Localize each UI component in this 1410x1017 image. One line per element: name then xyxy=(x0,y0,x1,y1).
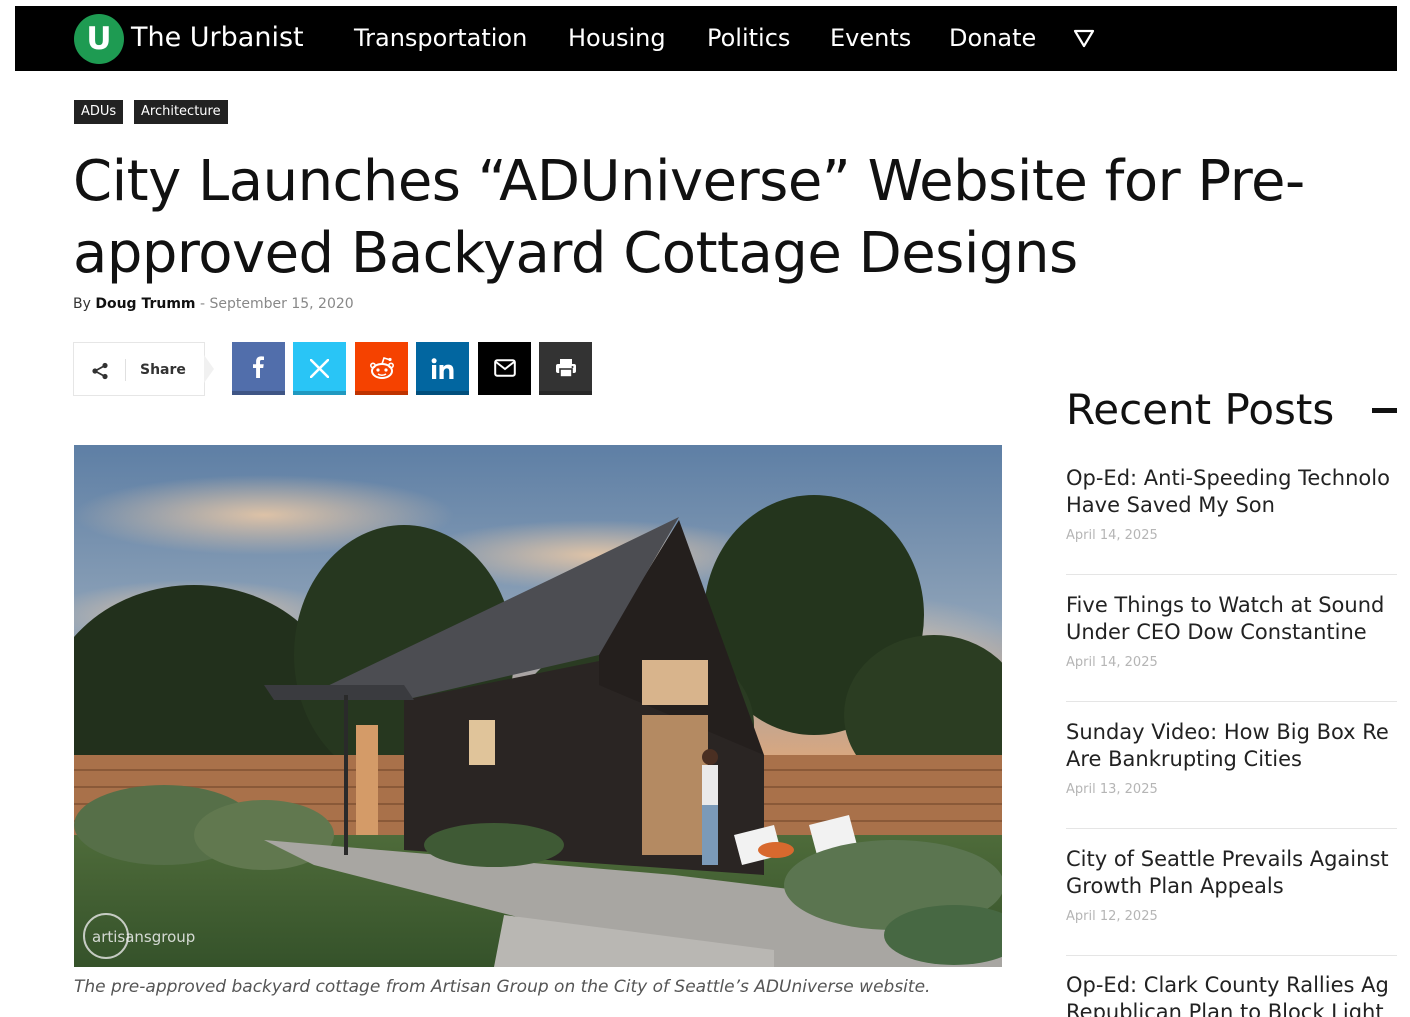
article-byline: By Doug Trumm - September 15, 2020 xyxy=(73,294,354,314)
byline-prefix: By xyxy=(73,296,91,312)
recent-post-title-line[interactable]: Sunday Video: How Big Box Re xyxy=(1066,719,1397,746)
button-shade xyxy=(539,391,592,395)
recent-posts-dash xyxy=(1372,408,1397,413)
share-print-button[interactable] xyxy=(539,342,592,395)
share-reddit-button[interactable] xyxy=(355,342,408,395)
recent-posts-list: Op-Ed: Anti-Speeding Technolo Have Saved… xyxy=(1066,450,1397,1017)
share-arrow xyxy=(204,355,214,383)
recent-post-date: April 14, 2025 xyxy=(1066,655,1158,670)
tag-architecture[interactable]: Architecture xyxy=(134,100,228,124)
nav-item-transportation[interactable]: Transportation xyxy=(354,23,527,53)
share-divider xyxy=(125,359,126,381)
top-nav-bar: U The Urbanist Transportation Housing Po… xyxy=(15,6,1397,71)
image-caption: The pre-approved backyard cottage from A… xyxy=(74,977,931,997)
share-x-button[interactable] xyxy=(293,342,346,395)
recent-post-title-line[interactable]: Under CEO Dow Constantine xyxy=(1066,619,1397,646)
post-divider xyxy=(1066,701,1397,702)
share-facebook-button[interactable] xyxy=(232,342,285,395)
post-divider xyxy=(1066,828,1397,829)
facebook-icon xyxy=(253,356,264,378)
nav-more-dropdown[interactable] xyxy=(1073,23,1095,51)
recent-post-item[interactable]: City of Seattle Prevails Against Growth … xyxy=(1066,846,1397,926)
recent-post-title-line[interactable]: Op-Ed: Clark County Rallies Ag xyxy=(1066,972,1397,999)
post-divider xyxy=(1066,574,1397,575)
recent-post-date: April 14, 2025 xyxy=(1066,528,1158,543)
recent-post-item[interactable]: Sunday Video: How Big Box Re Are Bankrup… xyxy=(1066,719,1397,799)
image-watermark: artisansgroup xyxy=(92,928,195,946)
button-shade xyxy=(355,391,408,395)
share-toggle[interactable]: Share xyxy=(73,342,205,396)
recent-post-item[interactable]: Op-Ed: Clark County Rallies Ag Republica… xyxy=(1066,972,1397,1017)
share-icon xyxy=(92,362,108,380)
recent-post-title-line[interactable]: Op-Ed: Anti-Speeding Technolo xyxy=(1066,465,1397,492)
recent-post-title-line[interactable]: Five Things to Watch at Sound xyxy=(1066,592,1397,619)
backyard-cottage-rendering: artisansgroup xyxy=(74,445,1002,967)
author-link[interactable]: Doug Trumm xyxy=(95,296,195,312)
article-title: City Launches “ADUniverse” Website for P… xyxy=(73,149,1305,286)
recent-post-title-line[interactable]: Are Bankrupting Cities xyxy=(1066,746,1397,773)
button-shade xyxy=(232,391,285,395)
post-divider xyxy=(1066,955,1397,956)
recent-post-title-line[interactable]: Growth Plan Appeals xyxy=(1066,873,1397,900)
share-email-button[interactable] xyxy=(478,342,531,395)
button-shade xyxy=(416,391,469,395)
linkedin-icon xyxy=(431,358,454,379)
nav-item-events[interactable]: Events xyxy=(830,23,911,53)
recent-post-item[interactable]: Op-Ed: Anti-Speeding Technolo Have Saved… xyxy=(1066,465,1397,545)
share-label: Share xyxy=(140,362,186,378)
tag-adus[interactable]: ADUs xyxy=(74,100,124,124)
recent-post-title-line[interactable]: City of Seattle Prevails Against xyxy=(1066,846,1397,873)
triangle-down-icon xyxy=(1073,29,1095,48)
article-hero-image: artisansgroup xyxy=(74,445,1002,967)
email-icon xyxy=(494,359,516,377)
print-icon xyxy=(556,359,576,378)
site-logo[interactable]: U xyxy=(74,14,124,64)
article-date: September 15, 2020 xyxy=(209,296,354,312)
x-icon xyxy=(310,359,329,378)
share-linkedin-button[interactable] xyxy=(416,342,469,395)
recent-post-item[interactable]: Five Things to Watch at Sound Under CEO … xyxy=(1066,592,1397,672)
recent-post-title-line[interactable]: Republican Plan to Block Light xyxy=(1066,999,1397,1017)
nav-item-housing[interactable]: Housing xyxy=(568,23,666,53)
byline-separator: - xyxy=(199,296,206,312)
reddit-icon xyxy=(369,357,394,379)
nav-item-donate[interactable]: Donate xyxy=(949,23,1036,53)
nav-item-politics[interactable]: Politics xyxy=(707,23,790,53)
site-brand-name[interactable]: The Urbanist xyxy=(131,21,304,55)
button-shade xyxy=(293,391,346,395)
recent-post-date: April 13, 2025 xyxy=(1066,782,1158,797)
button-shade xyxy=(478,391,531,395)
recent-post-title-line[interactable]: Have Saved My Son xyxy=(1066,492,1397,519)
recent-posts-heading: Recent Posts xyxy=(1066,385,1335,434)
recent-post-date: April 12, 2025 xyxy=(1066,909,1158,924)
